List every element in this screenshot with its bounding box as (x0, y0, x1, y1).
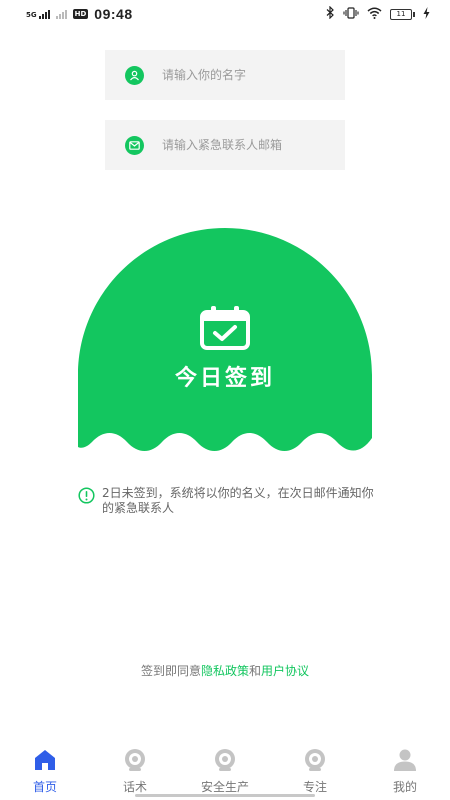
user-icon (125, 65, 144, 85)
home-indicator[interactable] (135, 794, 315, 797)
charging-icon (423, 6, 430, 22)
bottom-tab-bar: 首页 话术 安全生产 专注 我的 (0, 744, 450, 800)
mascot-icon (213, 748, 237, 772)
name-field-container[interactable] (105, 50, 345, 100)
status-bar: 5G HD 09:48 11 (0, 0, 450, 28)
home-icon (33, 748, 57, 772)
agreement-prefix: 签到即同意 (140, 664, 201, 678)
wifi-icon (367, 7, 382, 22)
tab-safety-label: 安全生产 (200, 780, 249, 794)
hd-icon: HD (72, 9, 89, 19)
email-field-container[interactable] (105, 120, 345, 170)
status-right: 11 (326, 5, 430, 22)
missed-checkin-notice: 2日未签到，系统将以你的名义，在次日邮件通知你的紧急联系人 (78, 486, 378, 516)
checkin-button[interactable]: 今日签到 (78, 228, 372, 460)
tab-focus-label: 专注 (302, 780, 327, 794)
tab-mine[interactable]: 我的 (360, 744, 450, 800)
status-left: 5G HD 09:48 (26, 6, 133, 22)
name-input[interactable] (162, 68, 312, 82)
vibrate-icon (343, 6, 359, 22)
mail-icon (125, 135, 144, 155)
notice-text: 2日未签到，系统将以你的名义，在次日邮件通知你的紧急联系人 (102, 486, 374, 515)
agreement-conjunction: 和 (249, 664, 262, 678)
cellular-signal-icon: 5G (26, 9, 50, 19)
person-icon (393, 748, 417, 772)
tab-home[interactable]: 首页 (0, 744, 90, 800)
user-agreement-link[interactable]: 用户协议 (261, 664, 309, 678)
bluetooth-icon (326, 5, 335, 22)
checkin-label: 今日签到 (174, 366, 275, 391)
tab-focus[interactable]: 专注 (270, 744, 360, 800)
status-time: 09:48 (94, 6, 133, 22)
mascot-icon (123, 748, 147, 772)
battery-level: 11 (390, 8, 412, 20)
calendar-check-icon (199, 306, 251, 354)
tab-home-label: 首页 (32, 780, 57, 794)
tab-scripts[interactable]: 话术 (90, 744, 180, 800)
agreement-text: 签到即同意隐私政策和用户协议 (0, 662, 450, 679)
email-input[interactable] (162, 138, 312, 152)
tab-scripts-label: 话术 (122, 780, 147, 794)
battery-icon: 11 (390, 8, 415, 20)
mascot-icon (303, 748, 327, 772)
network-type-label: 5G (26, 11, 37, 19)
secondary-signal-icon (55, 9, 67, 19)
tab-mine-label: 我的 (392, 780, 417, 794)
info-icon (78, 487, 95, 504)
privacy-policy-link[interactable]: 隐私政策 (201, 664, 249, 678)
tab-safety[interactable]: 安全生产 (180, 744, 270, 800)
